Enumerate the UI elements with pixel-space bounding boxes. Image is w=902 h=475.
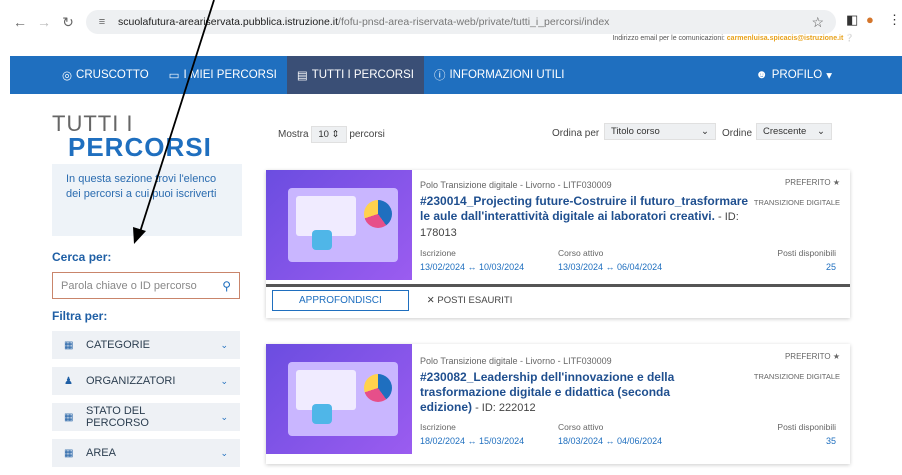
star-icon: ★: [832, 178, 840, 187]
url-host: scuolafutura-areariservata.pubblica.istr…: [118, 16, 339, 28]
filter-organizzatori[interactable]: ♟ ORGANIZZATORI ⌄: [52, 367, 240, 395]
course-id: - ID: 222012: [472, 402, 536, 414]
enroll-dates: 13/02/2024 ↔ 10/03/2024: [420, 262, 525, 272]
star-icon: ★: [832, 352, 840, 361]
course-title[interactable]: #230082_Leadership dell'innovazione e de…: [420, 370, 720, 416]
caret-down-icon: ▾: [826, 70, 832, 82]
notice-email: carmenluisa.spicacis@istruzione.it: [726, 35, 844, 42]
pie-chart-icon: [364, 200, 392, 228]
grid-icon: ▦: [64, 447, 74, 459]
forward-icon[interactable]: →: [34, 12, 54, 32]
back-icon[interactable]: ←: [10, 12, 30, 32]
chevron-down-icon: ⌄: [220, 375, 228, 386]
sidepanel-icon[interactable]: ◧: [846, 12, 858, 28]
filter-stato[interactable]: ▦ STATO DEL PERCORSO ⌄: [52, 403, 240, 431]
url-path: /fofu-pnsd-area-riservata-web/private/tu…: [338, 16, 610, 28]
gear-icon: [312, 404, 332, 424]
site-settings-icon[interactable]: ≡: [94, 14, 110, 30]
course-title[interactable]: #230014_Projecting future-Costruire il f…: [420, 194, 750, 241]
course-card: Polo Transizione digitale - Livorno - LI…: [266, 170, 850, 318]
close-icon: ✕: [426, 295, 435, 306]
pie-chart-icon: [364, 374, 392, 402]
chevron-down-icon: ⌄: [220, 447, 228, 458]
order-by-select[interactable]: Titolo corso ⌄: [604, 123, 716, 140]
course-category: TRANSIZIONE DIGITALE: [753, 372, 840, 381]
filter-categorie[interactable]: ▦ CATEGORIE ⌄: [52, 331, 240, 359]
order-select[interactable]: Crescente ⌄: [756, 123, 832, 140]
nav-tutti-percorsi[interactable]: ▤ TUTTI I PERCORSI: [286, 56, 424, 94]
search-icon[interactable]: ⚲: [222, 279, 231, 293]
course-dates: 13/03/2024 ↔ 06/04/2024: [558, 262, 663, 272]
favorite-toggle[interactable]: PREFERITO ★: [785, 178, 840, 187]
user-icon: ☻: [755, 69, 768, 81]
sidebar: TUTTI I PERCORSI In questa sezione trovi…: [52, 100, 242, 475]
page-title-line1: TUTTI I: [52, 111, 134, 136]
grid-icon: ▦: [64, 411, 74, 423]
person-icon: ♟: [64, 375, 73, 387]
course-dates: 18/03/2024 ↔ 04/06/2024: [558, 436, 663, 446]
bookmark-star-icon[interactable]: ☆: [811, 14, 824, 31]
filter-label: Filtra per:: [52, 309, 108, 323]
course-illustration: [266, 344, 412, 454]
search-label: Cerca per:: [52, 250, 112, 264]
nav-informazioni-utili[interactable]: ⓘ INFORMAZIONI UTILI: [424, 56, 575, 94]
address-bar[interactable]: ≡ scuolafutura-areariservata.pubblica.is…: [86, 10, 836, 34]
course-illustration: [266, 170, 412, 280]
course-organizer: Polo Transizione digitale - Livorno - LI…: [420, 180, 612, 190]
search-placeholder: Parola chiave o ID percorso: [61, 279, 197, 292]
intro-text: In questa sezione trovi l'elenco dei per…: [52, 164, 242, 236]
seats-available: 35: [825, 436, 836, 446]
approfondisci-button[interactable]: APPROFONDISCI: [272, 290, 409, 311]
results-toolbar: Mostra 10 ⇕ percorsi Ordina per Titolo c…: [278, 123, 858, 146]
kebab-menu-icon[interactable]: ⋮: [888, 12, 901, 28]
favorite-toggle[interactable]: PREFERITO ★: [785, 352, 840, 361]
seats-available: 25: [825, 262, 836, 272]
nav-profile[interactable]: ☻ PROFILO ▾: [746, 56, 842, 94]
course-organizer: Polo Transizione digitale - Livorno - LI…: [420, 356, 612, 366]
main-nav: ◎ CRUSCOTTO ▭ I MIEI PERCORSI ▤ TUTTI I PER…: [10, 56, 902, 94]
status-badge: ✕ POSTI ESAURITI: [426, 295, 513, 306]
course-category: TRANSIZIONE DIGITALE: [753, 198, 840, 207]
course-card: Polo Transizione digitale - Livorno - LI…: [266, 344, 850, 464]
nav-miei-percorsi[interactable]: ▭ I MIEI PERCORSI: [159, 56, 287, 94]
list-icon: ▤: [296, 70, 308, 82]
help-icon: ⓘ: [433, 70, 446, 82]
chevron-down-icon: ⌄: [220, 411, 228, 422]
gear-icon: [312, 230, 332, 250]
page-size-select[interactable]: 10 ⇕: [311, 126, 347, 143]
card-actions: APPROFONDISCI ✕ POSTI ESAURITI: [266, 284, 850, 314]
grid-icon: ▦: [64, 339, 74, 351]
filter-area[interactable]: ▦ AREA ⌄: [52, 439, 240, 467]
avatar[interactable]: ●: [866, 12, 874, 27]
chevron-down-icon: ⌄: [817, 126, 825, 137]
monitor-icon: ▭: [168, 70, 180, 82]
chevron-down-icon: ⌄: [220, 339, 228, 350]
dashboard-icon: ◎: [62, 70, 73, 82]
chevron-down-icon: ⌄: [701, 126, 709, 137]
reload-icon[interactable]: ↻: [58, 12, 78, 32]
page-title-line2: PERCORSI: [68, 132, 212, 162]
email-notice: Indirizzo email per le comunicazioni: ca…: [612, 35, 854, 42]
nav-cruscotto[interactable]: ◎ CRUSCOTTO: [52, 56, 159, 94]
enroll-dates: 18/02/2024 ↔ 15/03/2024: [420, 436, 525, 446]
search-input[interactable]: Parola chiave o ID percorso ⚲: [52, 272, 240, 299]
